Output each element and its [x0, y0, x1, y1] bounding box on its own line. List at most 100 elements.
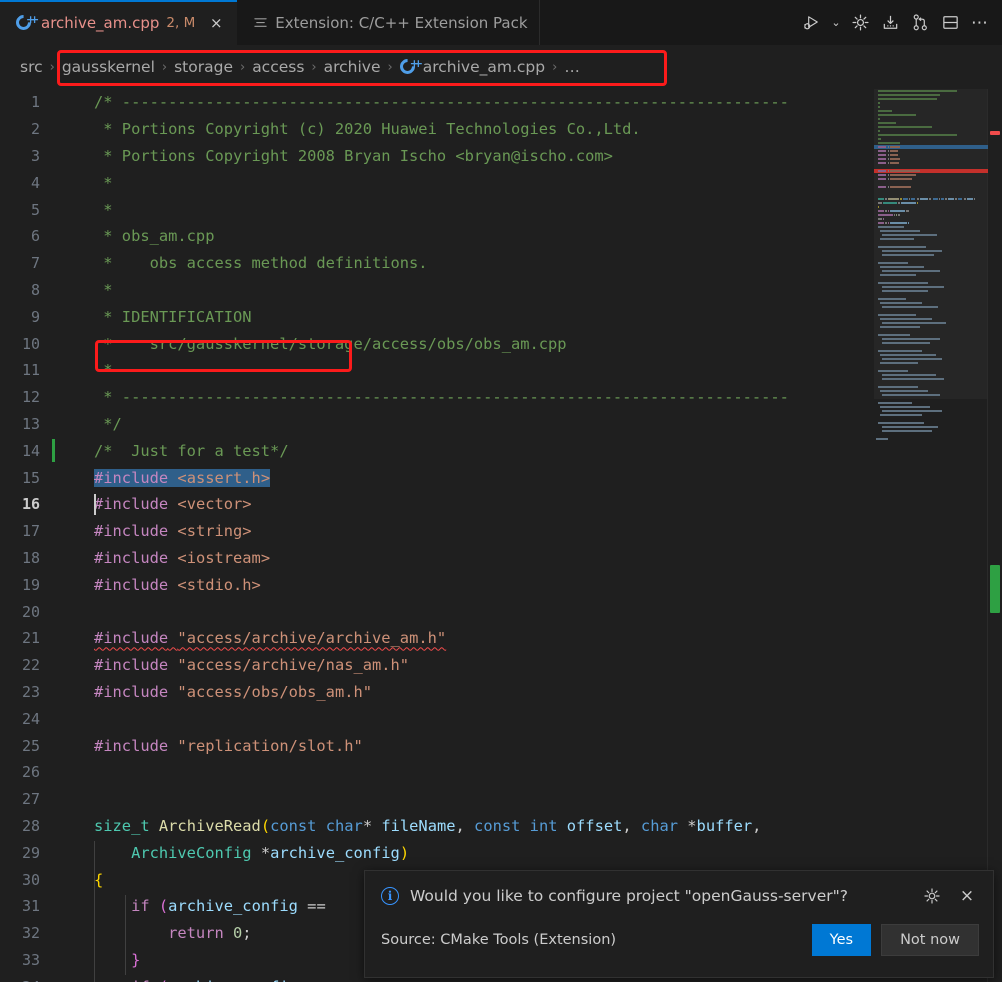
token-inc: <stdio.h> — [177, 575, 261, 594]
minimap-token — [882, 338, 940, 341]
code-line[interactable]: 25 #include "replication/slot.h" — [0, 732, 1002, 759]
breadcrumb-item-gausskernel[interactable]: gausskernel — [62, 58, 155, 76]
code-line[interactable]: 15 #include <assert.h> — [0, 464, 1002, 491]
token-comment: * obs_am.cpp — [94, 227, 215, 246]
minimap-token — [885, 222, 887, 225]
minimap-token — [878, 246, 926, 249]
gear-icon[interactable] — [920, 884, 944, 908]
tab-extension-pack[interactable]: Extension: C/C++ Extension Pack — [237, 0, 540, 45]
code-line[interactable]: 4 * — [0, 169, 1002, 196]
code-line[interactable]: 3 * Portions Copyright 2008 Bryan Ischo … — [0, 143, 1002, 170]
minimap-token — [882, 250, 942, 253]
token-punct — [316, 817, 325, 835]
minimap-token — [878, 146, 887, 149]
code-line[interactable]: 29 ArchiveConfig *archive_config) — [0, 839, 1002, 866]
run-and-debug-icon[interactable] — [798, 9, 826, 37]
code-text: /* Just for a test*/ — [64, 442, 289, 460]
breadcrumb-separator: › — [387, 59, 393, 75]
code-line[interactable]: 28 size_t ArchiveRead(const char* fileNam… — [0, 813, 1002, 840]
notification-toast[interactable]: i Would you like to configure project "o… — [364, 870, 994, 978]
minimap-token — [955, 198, 958, 201]
more-actions-icon[interactable]: ⋯ — [966, 9, 994, 37]
close-icon[interactable]: × — [955, 884, 979, 908]
line-number: 24 — [21, 709, 40, 728]
code-text: size_t ArchiveRead(const char* fileName,… — [64, 817, 761, 835]
token-comment: * IDENTIFICATION — [94, 307, 252, 326]
tab-archive-am-cpp[interactable]: + + archive_am.cpp 2, M × — [0, 0, 238, 45]
code-line[interactable]: 20 — [0, 598, 1002, 625]
code-text: #include "access/archive/nas_am.h" — [64, 656, 409, 674]
code-line[interactable]: 17 #include <string> — [0, 518, 1002, 545]
minimap-token — [880, 318, 932, 321]
code-line[interactable]: 12 * -----------------------------------… — [0, 384, 1002, 411]
minimap-token — [889, 162, 900, 165]
breadcrumb-item-access[interactable]: access — [252, 58, 304, 76]
token-comment: * — [94, 280, 113, 299]
breadcrumb-item-storage[interactable]: storage — [174, 58, 233, 76]
minimap-token — [878, 210, 885, 213]
minimap-token — [887, 158, 889, 161]
minimap-token — [882, 358, 942, 361]
code-line[interactable]: 2 * Portions Copyright (c) 2020 Huawei T… — [0, 116, 1002, 143]
code-text: { — [64, 871, 103, 889]
code-line[interactable]: 10 * src/gausskernel/storage/access/obs/… — [0, 330, 1002, 357]
minimap-token — [878, 214, 893, 217]
minimap-token — [885, 210, 887, 213]
minimap-token — [878, 262, 908, 265]
minimap-token — [889, 186, 911, 189]
code-line[interactable]: 23 #include "access/obs/obs_am.h" — [0, 679, 1002, 706]
cpp-file-icon: + + — [12, 11, 39, 33]
code-line[interactable]: 14/* Just for a test*/ — [0, 437, 1002, 464]
code-line[interactable]: 19 #include <stdio.h> — [0, 571, 1002, 598]
minimap-token — [974, 198, 976, 201]
not-now-button[interactable]: Not now — [881, 924, 979, 956]
minimap-token — [882, 342, 930, 345]
token-kw: const — [474, 816, 521, 835]
code-line[interactable]: 11 * — [0, 357, 1002, 384]
code-editor[interactable]: 1 /* ------------------------------------… — [0, 89, 1002, 982]
code-line[interactable]: 1 /* ------------------------------------… — [0, 89, 1002, 116]
code-line[interactable]: 16 #include <vector> — [0, 491, 1002, 518]
token-pp: #include — [94, 548, 169, 567]
code-text: } — [64, 951, 140, 969]
gear-icon[interactable] — [846, 9, 874, 37]
minimap-token — [878, 222, 885, 225]
token-fn: ArchiveRead — [158, 816, 261, 835]
breadcrumb-item-archive[interactable]: archive — [324, 58, 381, 76]
minimap[interactable] — [874, 89, 988, 982]
breadcrumb: src › gausskernel › storage › access › a… — [0, 45, 1002, 89]
save-all-icon[interactable] — [876, 9, 904, 37]
breadcrumb-item-src[interactable]: src — [20, 58, 43, 76]
code-line[interactable]: 8 * — [0, 277, 1002, 304]
overview-ruler[interactable] — [988, 89, 1002, 982]
code-line[interactable]: 18 #include <iostream> — [0, 545, 1002, 572]
minimap-token — [893, 214, 895, 217]
code-line[interactable]: 5 * — [0, 196, 1002, 223]
minimap-token — [890, 222, 907, 225]
code-line[interactable]: 13 */ — [0, 411, 1002, 438]
code-line[interactable]: 7 * obs access method definitions. — [0, 250, 1002, 277]
chevron-down-icon[interactable]: ⌄ — [828, 16, 844, 29]
code-line[interactable]: 22 #include "access/archive/nas_am.h" — [0, 652, 1002, 679]
code-text: #include "access/obs/obs_am.h" — [64, 683, 372, 701]
split-editor-icon[interactable] — [936, 9, 964, 37]
minimap-token — [958, 198, 963, 201]
tab-label: Extension: C/C++ Extension Pack — [275, 13, 528, 32]
yes-button[interactable]: Yes — [811, 924, 872, 956]
code-line[interactable]: 27 — [0, 786, 1002, 813]
info-icon: i — [381, 887, 399, 905]
minimap-token — [889, 174, 917, 177]
code-line[interactable]: 26 — [0, 759, 1002, 786]
breadcrumb-item-file[interactable]: archive_am.cpp — [423, 58, 545, 76]
minimap-token — [883, 202, 897, 205]
code-line[interactable]: 9 * IDENTIFICATION — [0, 303, 1002, 330]
token-punct — [557, 817, 566, 835]
close-icon[interactable]: × — [206, 13, 226, 33]
code-line[interactable]: 6 * obs_am.cpp — [0, 223, 1002, 250]
source-control-icon[interactable] — [906, 9, 934, 37]
minimap-token — [878, 126, 932, 129]
code-line[interactable]: 21 #include "access/archive/archive_am.h" — [0, 625, 1002, 652]
code-text: * — [64, 361, 112, 379]
breadcrumb-item-symbols[interactable]: … — [564, 58, 580, 76]
code-line[interactable]: 24 — [0, 705, 1002, 732]
